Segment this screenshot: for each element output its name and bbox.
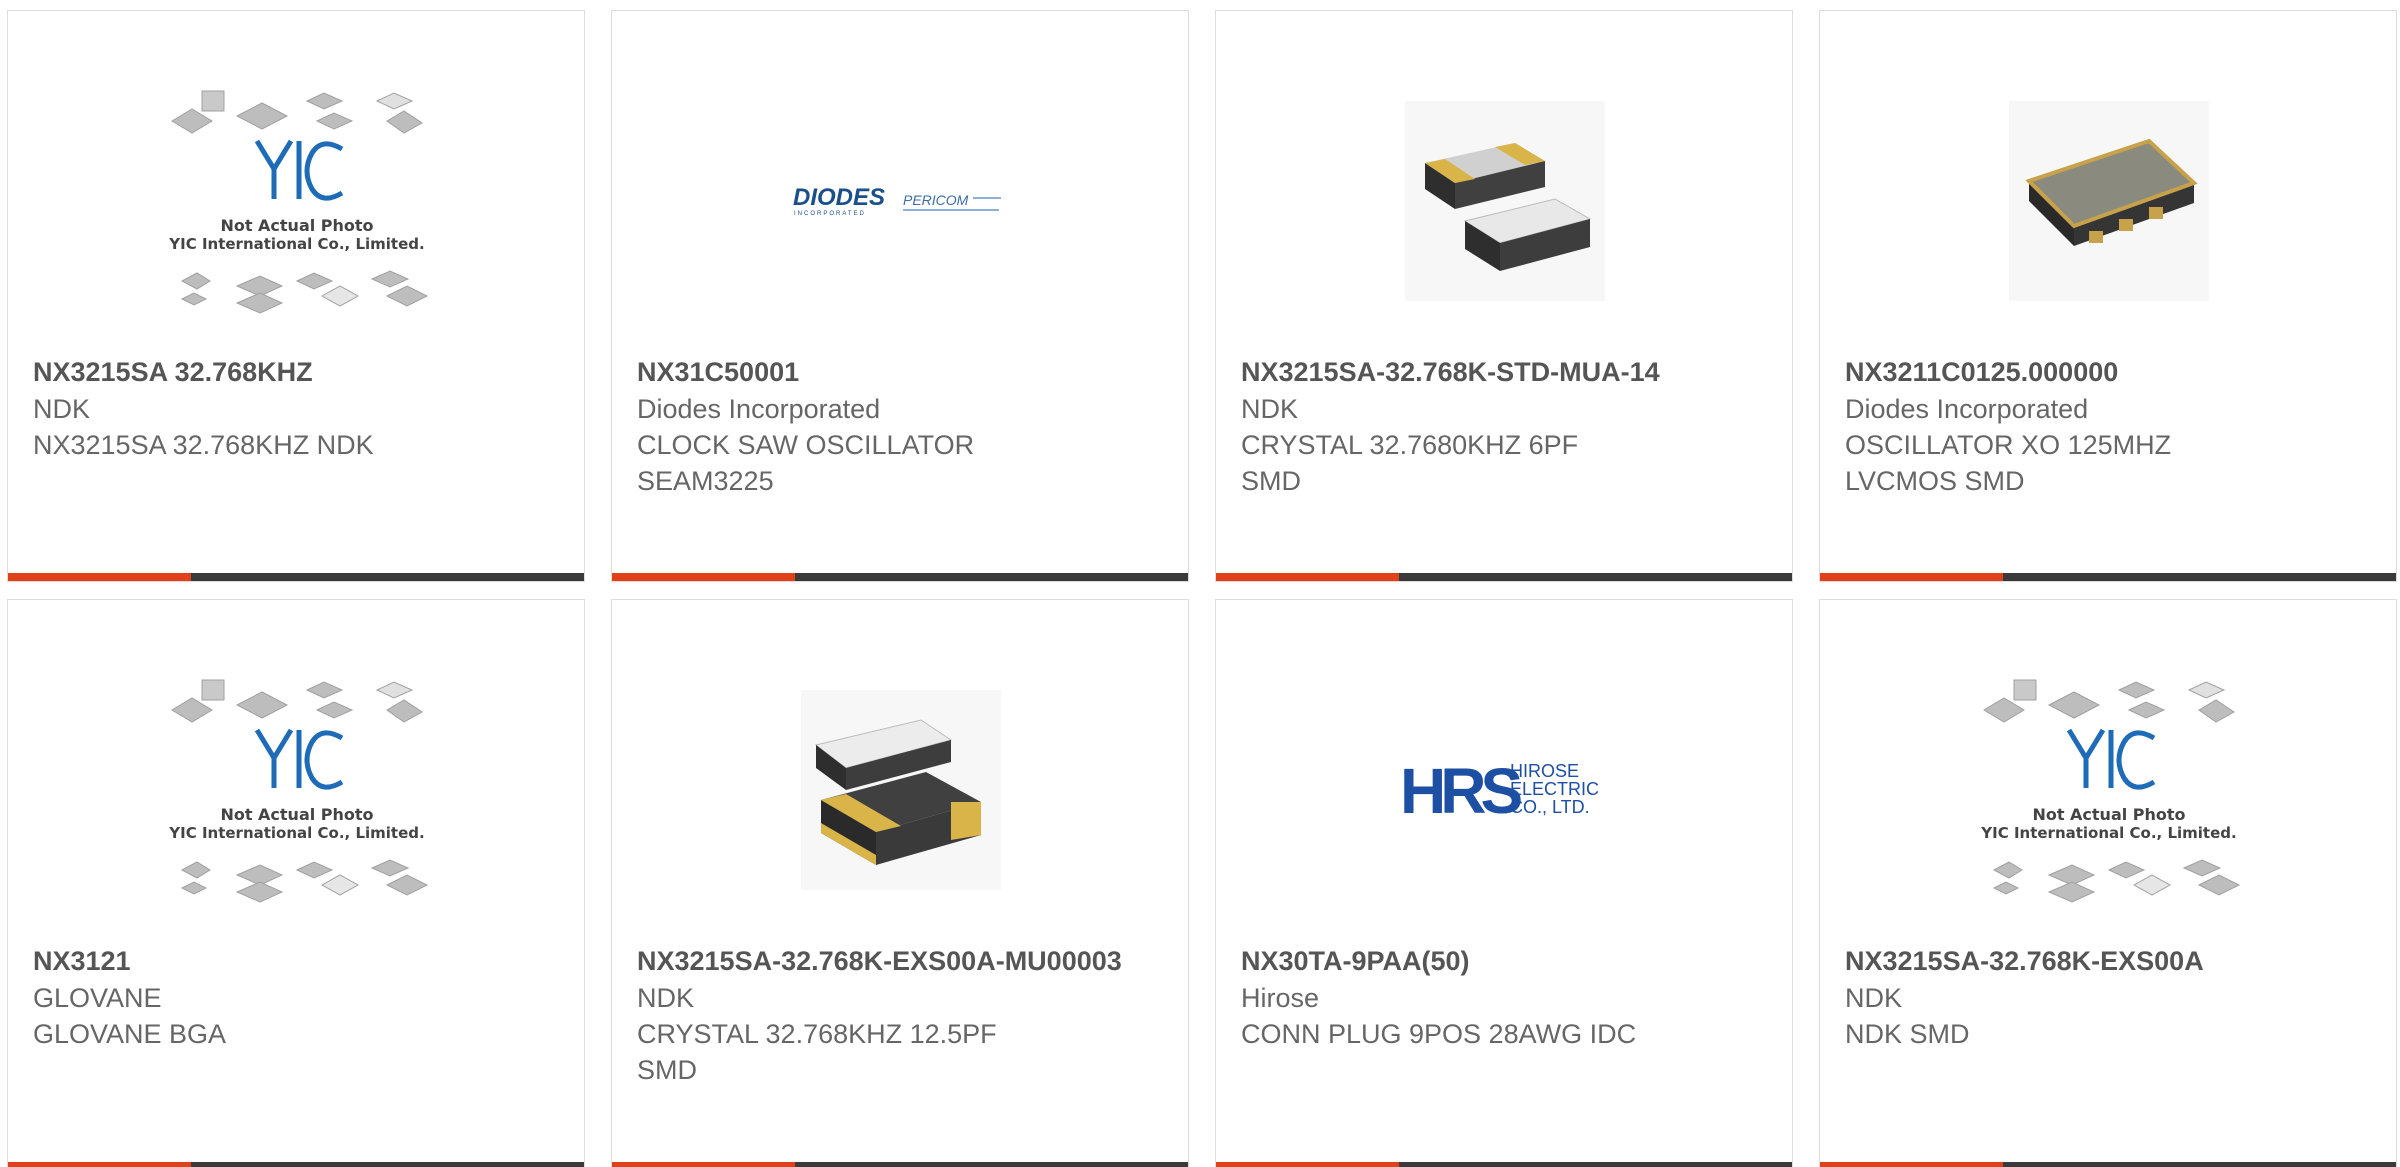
card-footer-bar [1216,1162,1792,1167]
manufacturer: GLOVANE [33,983,162,1013]
hrs-wordmark: HRS [1400,755,1521,825]
description-line-1: CRYSTAL 32.768KHZ 12.5PF [637,1019,997,1049]
product-card[interactable]: NX3215SA-32.768K-EXS00A-MU00003 NDK CRYS… [611,599,1189,1167]
description-line-2: SMD [1241,466,1301,496]
product-thumbnail[interactable] [1216,51,1792,351]
card-accent-bar [1216,573,1399,581]
placeholder-caption: Not Actual Photo [220,805,373,824]
product-info: NX3121 GLOVANE GLOVANE BGA [33,943,564,1052]
product-info: NX30TA-9PAA(50) Hirose CONN PLUG 9POS 28… [1241,943,1772,1052]
description-line-1: NX3215SA 32.768KHZ NDK [33,430,374,460]
description-line-1: NDK SMD [1845,1019,1970,1049]
product-card[interactable]: NX3215SA-32.768K-STD-MUA-14 NDK CRYSTAL … [1215,10,1793,582]
product-card[interactable]: Not Actual Photo YIC International Co., … [7,10,585,582]
product-card[interactable]: Not Actual Photo YIC International Co., … [1819,599,2397,1167]
card-footer-bar [8,1162,584,1167]
part-number[interactable]: NX3215SA-32.768K-STD-MUA-14 [1241,354,1772,391]
card-accent-bar [8,1162,191,1167]
manufacturer: Diodes Incorporated [637,394,881,424]
pericom-wordmark: PERICOM [903,192,969,208]
description-line-2: SMD [637,1055,697,1085]
description-line-1: OSCILLATOR XO 125MHZ [1845,430,2172,460]
product-card[interactable]: HRS HIROSE ELECTRIC CO., LTD. NX30TA-9PA… [1215,599,1793,1167]
placeholder-company: YIC International Co., Limited. [1980,824,2236,842]
description-line-1: CLOCK SAW OSCILLATOR [637,430,975,460]
product-thumbnail[interactable]: Not Actual Photo YIC International Co., … [8,640,584,940]
card-accent-bar [8,573,191,581]
card-accent-bar [612,1162,795,1167]
card-footer-bar [8,573,584,581]
diodes-sub-wordmark: INCORPORATED [794,211,866,217]
part-number[interactable]: NX3121 [33,943,564,980]
card-accent-bar [1820,1162,2003,1167]
part-number[interactable]: NX3215SA-32.768K-EXS00A [1845,943,2376,980]
product-thumbnail[interactable]: Not Actual Photo YIC International Co., … [8,51,584,351]
card-footer-bar [1216,573,1792,581]
part-number[interactable]: NX3215SA 32.768KHZ [33,354,564,391]
product-info: NX31C50001 Diodes Incorporated CLOCK SAW… [637,354,1168,499]
placeholder-photo-icon: Not Actual Photo YIC International Co., … [1980,679,2241,903]
manufacturer: NDK [1845,983,1903,1013]
description-line-1: CRYSTAL 32.7680KHZ 6PF [1241,430,1579,460]
hirose-logo-icon: HRS HIROSE ELECTRIC CO., LTD. [1400,755,1599,825]
placeholder-caption: Not Actual Photo [220,216,373,235]
card-footer-bar [612,1162,1188,1167]
product-card[interactable]: Not Actual Photo YIC International Co., … [7,599,585,1167]
placeholder-company: YIC International Co., Limited. [168,824,424,842]
part-number[interactable]: NX31C50001 [637,354,1168,391]
manufacturer: Hirose [1241,983,1320,1013]
manufacturer: Diodes Incorporated [1845,394,2089,424]
product-thumbnail[interactable]: HRS HIROSE ELECTRIC CO., LTD. [1216,640,1792,940]
diodes-logo-icon: DIODES INCORPORATED PERICOM [793,184,1001,217]
description-line-1: GLOVANE BGA [33,1019,227,1049]
product-card[interactable]: NX3211C0125.000000 Diodes Incorporated O… [1819,10,2397,582]
card-accent-bar [1216,1162,1399,1167]
product-thumbnail[interactable] [1820,51,2396,351]
card-accent-bar [612,573,795,581]
card-accent-bar [1820,573,2003,581]
diodes-wordmark: DIODES [793,184,885,211]
product-thumbnail[interactable]: DIODES INCORPORATED PERICOM [612,51,1188,351]
manufacturer: NDK [1241,394,1299,424]
hirose-line-2: ELECTRIC [1510,779,1599,799]
part-number[interactable]: NX3211C0125.000000 [1845,354,2376,391]
placeholder-photo-icon: Not Actual Photo YIC International Co., … [168,90,429,314]
card-footer-bar [612,573,1188,581]
product-thumbnail[interactable]: Not Actual Photo YIC International Co., … [1820,640,2396,940]
manufacturer: NDK [637,983,695,1013]
description-line-2: SEAM3225 [637,466,774,496]
product-card[interactable]: DIODES INCORPORATED PERICOM NX31C50001 D… [611,10,1189,582]
crystal-chip-icon [801,690,1001,890]
description-line-2: LVCMOS SMD [1845,466,2025,496]
card-footer-bar [1820,573,2396,581]
placeholder-company: YIC International Co., Limited. [168,235,424,253]
crystal-chip-icon [1405,101,1605,301]
hirose-line-1: HIROSE [1510,761,1579,781]
product-info: NX3211C0125.000000 Diodes Incorporated O… [1845,354,2376,499]
part-number[interactable]: NX30TA-9PAA(50) [1241,943,1772,980]
product-grid: Not Actual Photo YIC International Co., … [0,0,2400,1167]
part-number[interactable]: NX3215SA-32.768K-EXS00A-MU00003 [637,943,1168,980]
hirose-line-3: CO., LTD. [1510,797,1590,817]
product-info: NX3215SA-32.768K-STD-MUA-14 NDK CRYSTAL … [1241,354,1772,499]
product-info: NX3215SA 32.768KHZ NDK NX3215SA 32.768KH… [33,354,564,463]
placeholder-caption: Not Actual Photo [2032,805,2185,824]
product-info: NX3215SA-32.768K-EXS00A NDK NDK SMD [1845,943,2376,1052]
oscillator-chip-icon [2009,101,2209,301]
product-info: NX3215SA-32.768K-EXS00A-MU00003 NDK CRYS… [637,943,1168,1088]
placeholder-photo-icon: Not Actual Photo YIC International Co., … [168,679,429,903]
manufacturer: NDK [33,394,91,424]
product-thumbnail[interactable] [612,640,1188,940]
card-footer-bar [1820,1162,2396,1167]
description-line-1: CONN PLUG 9POS 28AWG IDC [1241,1019,1637,1049]
